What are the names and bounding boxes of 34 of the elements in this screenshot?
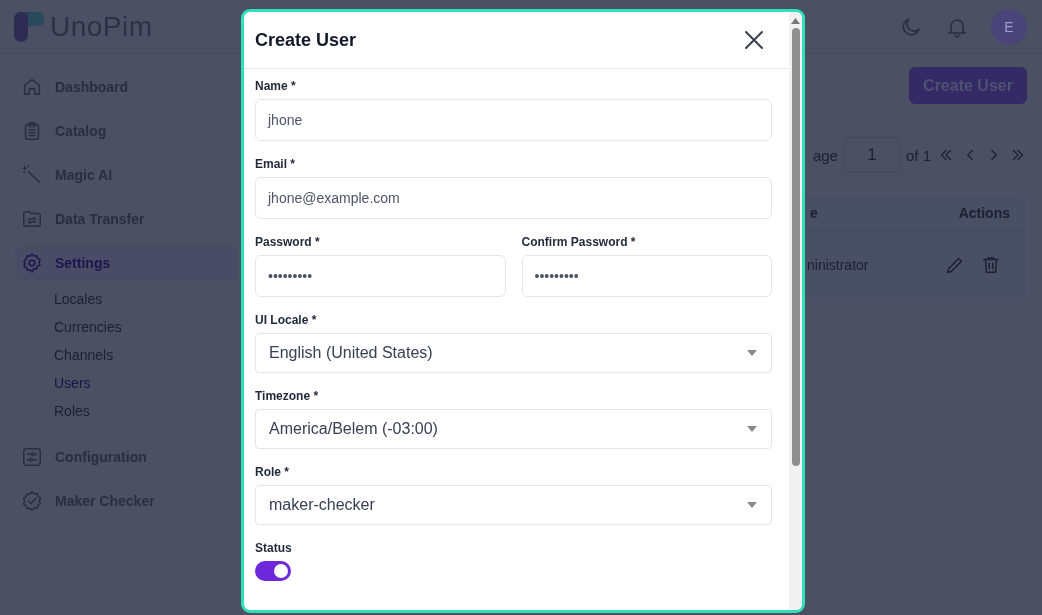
field-label: Status (255, 541, 293, 555)
caret-icon (747, 350, 757, 356)
field-label: Timezone * (255, 389, 320, 403)
text-field[interactable]: jhone@example.com (255, 177, 772, 219)
logo-icon (14, 11, 44, 42)
field-label: Email * (255, 157, 297, 171)
dialog-title: Create User (255, 29, 357, 51)
password-field[interactable]: ••••••••• (255, 255, 506, 297)
select-field[interactable]: maker-checker (255, 485, 772, 525)
badge-check-icon (21, 490, 43, 512)
field-label: Confirm Password * (521, 235, 637, 249)
toggle-switch[interactable] (255, 561, 291, 581)
home-icon (21, 76, 43, 98)
trash-icon (980, 254, 1002, 276)
field-label: UI Locale * (255, 313, 318, 327)
close-icon[interactable] (743, 29, 765, 51)
password-field[interactable]: ••••••••• (521, 255, 772, 297)
sidebar-item[interactable]: Settings (15, 246, 237, 280)
gear-icon (21, 252, 43, 274)
field-label: Password * (255, 235, 321, 249)
sliders-icon (21, 446, 43, 468)
magic-wand-icon (21, 164, 43, 186)
field-label: Name * (255, 79, 297, 93)
sidebar-subitem[interactable]: Users (54, 369, 237, 397)
folder-arrows-icon (21, 208, 43, 230)
field-label: Role * (255, 465, 290, 479)
text-field[interactable]: jhone (255, 99, 772, 141)
scroll-up-icon[interactable] (791, 18, 800, 24)
caret-icon (747, 502, 757, 508)
select-field[interactable]: America/Belem (-03:00) (255, 409, 772, 449)
user-avatar[interactable]: E (991, 8, 1027, 45)
caret-icon (747, 426, 757, 432)
select-field[interactable]: English (United States) (255, 333, 772, 373)
scrollbar[interactable] (789, 12, 802, 610)
